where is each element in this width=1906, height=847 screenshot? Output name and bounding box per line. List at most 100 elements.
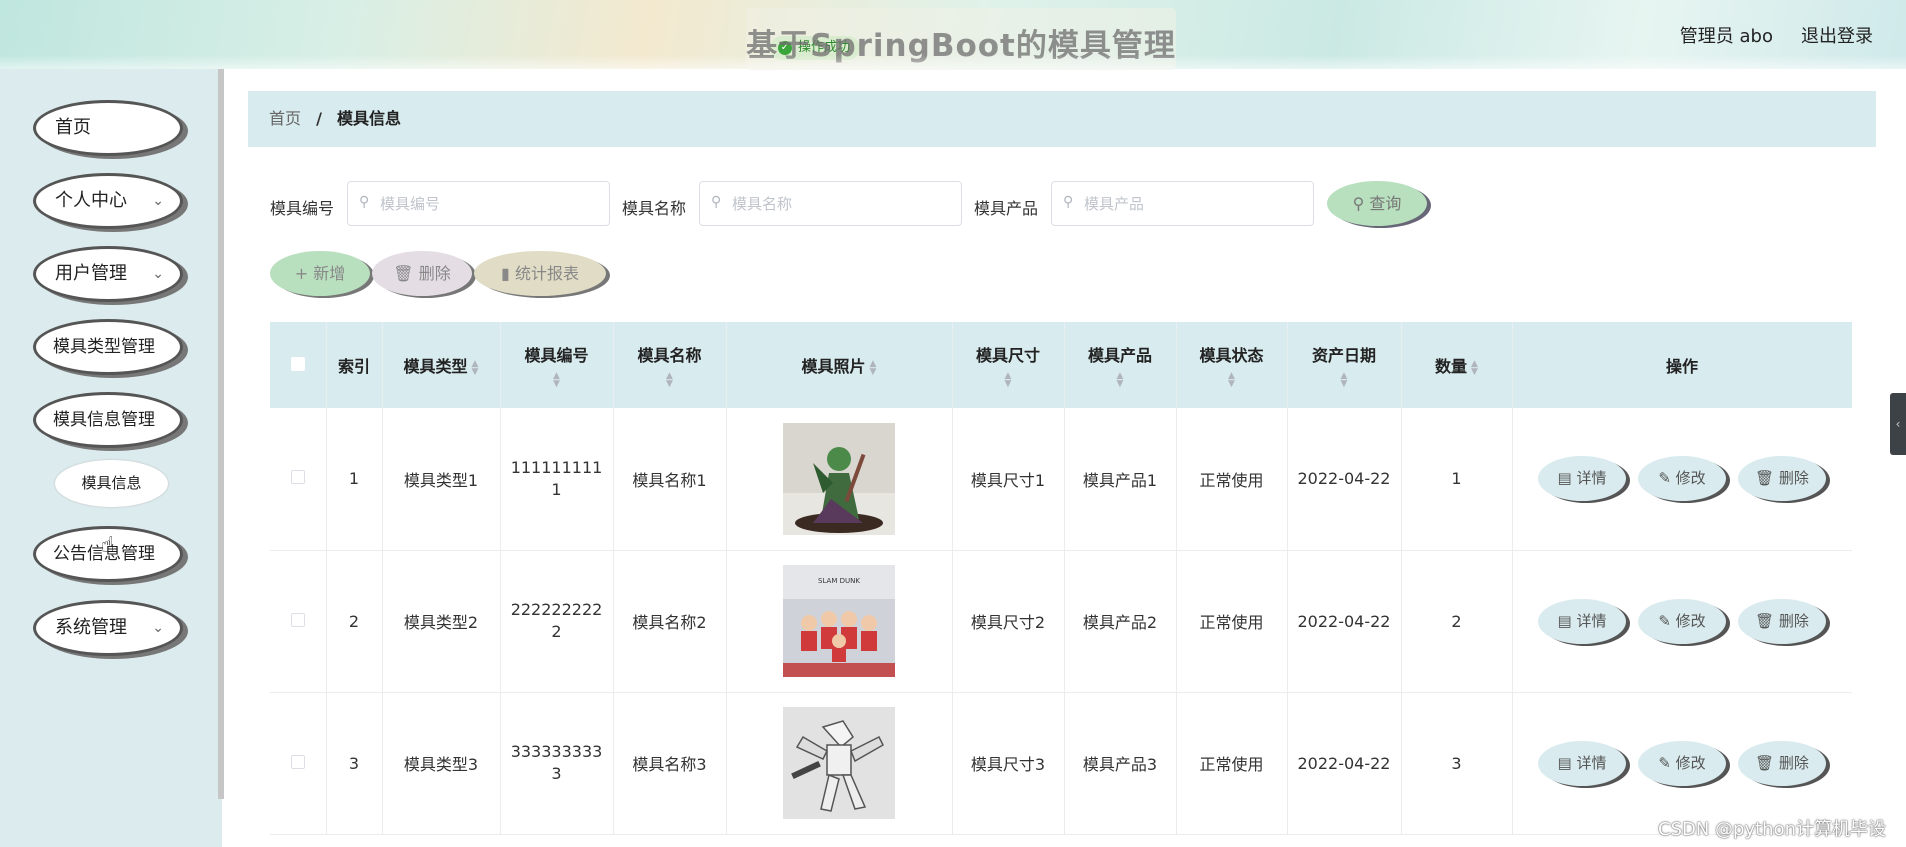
mold-photo-figure-2[interactable]: SLAM DUNK	[783, 565, 895, 677]
cell-photo[interactable]	[726, 692, 953, 835]
breadcrumb-home[interactable]: 首页	[269, 109, 301, 128]
header-name[interactable]: 模具名称 ▲ ▼	[613, 322, 727, 408]
query-button-label: 查询	[1369, 194, 1402, 213]
delete-button-label: 删除	[418, 264, 451, 283]
edit-button[interactable]: ✎ 修改	[1638, 598, 1726, 644]
row-checkbox[interactable]	[290, 754, 305, 769]
side-drawer-handle[interactable]: ‹	[1890, 393, 1906, 455]
sort-icon[interactable]: ▲ ▼	[501, 372, 613, 389]
cell-date: 2022-04-22	[1287, 408, 1402, 551]
mold-photo-figure-1[interactable]	[783, 422, 895, 535]
header-size[interactable]: 模具尺寸 ▲ ▼	[952, 322, 1065, 408]
search-icon: ⚲	[1063, 194, 1074, 210]
sort-icon[interactable]: ▲ ▼	[953, 372, 1064, 389]
report-button[interactable]: ▮ 统计报表	[474, 251, 606, 296]
sidebar-item-mold-info[interactable]: 模具信息管理	[33, 392, 183, 448]
header-product[interactable]: 模具产品 ▲ ▼	[1064, 322, 1177, 408]
search-icon: ⚲	[711, 194, 722, 210]
add-button-label: 新增	[313, 264, 346, 283]
row-checkbox[interactable]	[290, 612, 305, 627]
row-checkbox[interactable]	[290, 470, 305, 485]
detail-button[interactable]: ▤ 详情	[1538, 740, 1626, 786]
sidebar-item-label: 系统管理	[55, 617, 127, 638]
row-delete-button[interactable]: 🗑 删除	[1738, 740, 1826, 786]
document-icon: ▤	[1557, 469, 1572, 488]
detail-button[interactable]: ▤ 详情	[1538, 456, 1626, 502]
search-input-product[interactable]	[1051, 181, 1314, 226]
row-delete-button[interactable]: 🗑 删除	[1738, 598, 1826, 644]
header-code[interactable]: 模具编号 ▲ ▼	[500, 322, 614, 408]
cell-type: 模具类型1	[382, 408, 501, 551]
cell-product: 模具产品1	[1064, 408, 1177, 551]
sidebar-item-label: 模具信息管理	[53, 410, 155, 430]
sort-icon[interactable]: ▲ ▼	[614, 372, 726, 389]
cell-photo[interactable]: SLAM DUNK	[726, 550, 953, 693]
sidebar-item-profile[interactable]: 个人中心 ⌄	[33, 173, 183, 229]
sort-icon[interactable]: ▲ ▼	[1065, 372, 1176, 389]
cell-code: 111111111 1	[500, 408, 614, 551]
plus-icon: +	[294, 264, 309, 283]
edit-button[interactable]: ✎ 修改	[1638, 740, 1726, 786]
table-row: 3 模具类型3 333333333 3 模具名称3 模具尺寸3 模具产品3 正常…	[270, 692, 1852, 835]
breadcrumb-separator: /	[316, 109, 322, 128]
sidebar-item-mold-types[interactable]: 模具类型管理	[33, 319, 183, 375]
sort-icon[interactable]: ▲ ▼	[1471, 359, 1478, 376]
cell-type: 模具类型2	[382, 550, 501, 693]
hand-cursor-icon: ☝	[101, 533, 115, 558]
sidebar-item-users[interactable]: 用户管理 ⌄	[33, 246, 183, 302]
sidebar-item-label: 个人中心	[55, 190, 127, 211]
cell-status: 正常使用	[1176, 408, 1288, 551]
search-icon: ⚲	[359, 194, 370, 210]
cell-name: 模具名称1	[613, 408, 727, 551]
cell-photo[interactable]	[726, 408, 953, 551]
sort-icon[interactable]: ▲ ▼	[870, 359, 877, 376]
report-button-label: 统计报表	[514, 264, 579, 283]
pencil-icon: ✎	[1658, 753, 1671, 772]
logout-link[interactable]: 退出登录	[1801, 22, 1873, 48]
row-delete-button[interactable]: 🗑 删除	[1738, 456, 1826, 502]
search-label-name: 模具名称	[622, 199, 687, 218]
search-label-product: 模具产品	[974, 199, 1039, 218]
header-select-all[interactable]	[270, 322, 327, 408]
breadcrumb: 首页 / 模具信息	[248, 91, 1876, 147]
cell-name: 模具名称2	[613, 550, 727, 693]
sidebar-item-system[interactable]: 系统管理 ⌄	[33, 600, 183, 656]
sidebar-item-label: 模具类型管理	[53, 337, 155, 357]
pencil-icon: ✎	[1658, 469, 1671, 488]
cell-size: 模具尺寸1	[952, 408, 1065, 551]
sidebar-item-home[interactable]: 首页	[33, 100, 183, 156]
cell-product: 模具产品3	[1064, 692, 1177, 835]
table-header-row: 索引 模具类型 ▲ ▼ 模具编号 ▲ ▼ 模具名称 ▲ ▼ 模具照片 ▲ ▼ 模具尺寸 ▲ ▼ 模具…	[270, 322, 1852, 408]
cell-product: 模具产品2	[1064, 550, 1177, 693]
header-status[interactable]: 模具状态 ▲ ▼	[1176, 322, 1288, 408]
chevron-down-icon: ⌄	[152, 266, 164, 282]
edit-button[interactable]: ✎ 修改	[1638, 456, 1726, 502]
sort-icon[interactable]: ▲ ▼	[1177, 372, 1287, 389]
watermark: CSDN @python计算机毕设	[1658, 819, 1887, 840]
title-box: ✓ 操作成功 基于SpringBoot的模具管理	[746, 8, 1176, 70]
mold-photo-figure-3[interactable]	[783, 707, 895, 819]
cell-code: 333333333 3	[500, 692, 614, 835]
header-qty[interactable]: 数量 ▲ ▼	[1401, 322, 1513, 408]
sidebar-scrollbar[interactable]	[218, 69, 224, 799]
pencil-icon: ✎	[1658, 611, 1671, 630]
query-button[interactable]: ⚲ 查询	[1327, 181, 1427, 226]
select-all-checkbox[interactable]	[290, 356, 305, 371]
add-button[interactable]: + 新增	[270, 251, 370, 296]
header-date[interactable]: 资产日期 ▲ ▼	[1287, 322, 1402, 408]
submenu-item-mold-info[interactable]: 模具信息	[55, 460, 168, 507]
cell-date: 2022-04-22	[1287, 692, 1402, 835]
search-input-name[interactable]	[699, 181, 962, 226]
sort-icon[interactable]: ▲ ▼	[1288, 372, 1401, 389]
sidebar-item-label: 用户管理	[55, 263, 127, 284]
search-input-code[interactable]	[347, 181, 610, 226]
detail-button[interactable]: ▤ 详情	[1538, 598, 1626, 644]
header-ops: 操作	[1512, 322, 1852, 408]
cell-ops: ▤ 详情 ✎ 修改 🗑 删除	[1512, 550, 1852, 693]
header-photo[interactable]: 模具照片 ▲ ▼	[726, 322, 953, 408]
batch-delete-button[interactable]: 🗑 删除	[372, 251, 472, 296]
sort-icon[interactable]: ▲ ▼	[472, 359, 479, 376]
header-type[interactable]: 模具类型 ▲ ▼	[382, 322, 501, 408]
user-info: 管理员 abo	[1679, 26, 1773, 47]
header-index: 索引	[326, 322, 383, 408]
